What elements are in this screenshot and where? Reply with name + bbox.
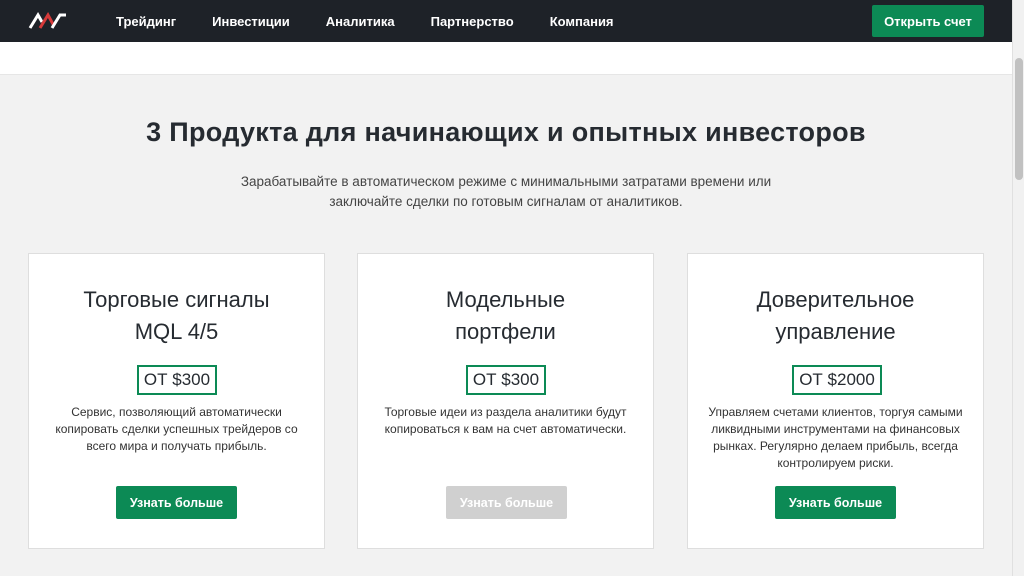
card-title-line2: управление	[775, 319, 896, 344]
learn-more-button-portfolios[interactable]: Узнать больше	[446, 486, 567, 519]
card-title: Модельные портфели	[358, 284, 653, 348]
section-subtitle: Зарабатывайте в автоматическом режиме с …	[240, 174, 772, 209]
card-description: Управляем счетами клиентов, торгуя самым…	[708, 405, 963, 470]
card-description: Торговые идеи из раздела аналитики будут…	[384, 405, 627, 436]
header-spacer	[0, 42, 1012, 75]
card-title-line2: портфели	[455, 319, 556, 344]
product-card-management: Доверительное управление ОТ $2000 Управл…	[687, 253, 984, 549]
learn-more-button-signals[interactable]: Узнать больше	[116, 486, 237, 519]
main-nav: Трейдинг Инвестиции Аналитика Партнерств…	[116, 0, 650, 42]
price-badge: ОТ $300	[466, 365, 546, 395]
product-card-portfolios: Модельные портфели ОТ $300 Торговые идеи…	[357, 253, 654, 549]
brand-logo-icon[interactable]	[28, 12, 68, 30]
nav-item-trading[interactable]: Трейдинг	[116, 14, 176, 29]
product-card-signals: Торговые сигналы MQL 4/5 ОТ $300 Сервис,…	[28, 253, 325, 549]
nav-item-partnership[interactable]: Партнерство	[431, 14, 514, 29]
open-account-button[interactable]: Открыть счет	[872, 5, 984, 37]
card-title-line2: MQL 4/5	[134, 319, 219, 344]
learn-more-button-management[interactable]: Узнать больше	[775, 486, 896, 519]
section-title: 3 Продукта для начинающих и опытных инве…	[146, 117, 866, 147]
card-title-line1: Доверительное	[756, 287, 915, 312]
card-description: Сервис, позволяющий автоматически копиро…	[55, 405, 298, 453]
top-navbar: Трейдинг Инвестиции Аналитика Партнерств…	[0, 0, 1012, 42]
nav-item-analytics[interactable]: Аналитика	[326, 14, 395, 29]
nav-item-investments[interactable]: Инвестиции	[212, 14, 290, 29]
price-badge: ОТ $2000	[792, 365, 882, 395]
nav-item-company[interactable]: Компания	[550, 14, 614, 29]
card-title: Торговые сигналы MQL 4/5	[29, 284, 324, 348]
card-title: Доверительное управление	[688, 284, 983, 348]
vertical-scrollbar[interactable]	[1012, 0, 1024, 576]
card-title-line1: Модельные	[445, 287, 566, 312]
scrollbar-thumb[interactable]	[1015, 58, 1023, 180]
price-badge: ОТ $300	[137, 365, 217, 395]
card-title-line1: Торговые сигналы	[83, 287, 270, 312]
